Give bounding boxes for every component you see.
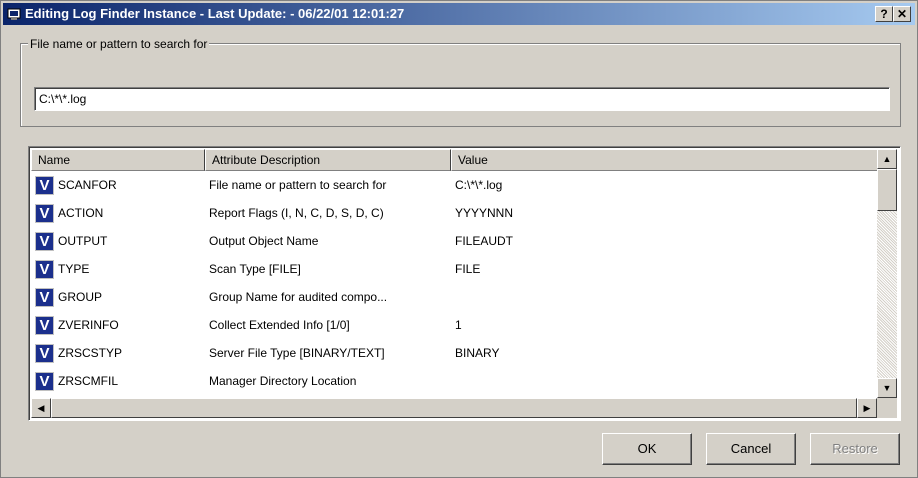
table-row[interactable]: V OUTPUT Output Object Name FILEAUDT bbox=[31, 229, 877, 256]
row-value: C:\*\*.log bbox=[455, 178, 503, 192]
column-header-value[interactable]: Value bbox=[451, 149, 879, 171]
help-button[interactable]: ? bbox=[875, 6, 893, 22]
row-value: FILEAUDT bbox=[455, 234, 514, 248]
horizontal-scroll-thumb[interactable] bbox=[51, 398, 857, 418]
row-attribute: Scan Type [FILE] bbox=[209, 262, 301, 276]
row-value: 1 bbox=[455, 318, 462, 332]
dialog-window: Editing Log Finder Instance - Last Updat… bbox=[0, 0, 918, 478]
row-attribute: File name or pattern to search for bbox=[209, 178, 387, 192]
row-attribute: Server File Type [BINARY/TEXT] bbox=[209, 346, 385, 360]
variable-icon: V bbox=[35, 344, 54, 363]
column-header-name[interactable]: Name bbox=[31, 149, 205, 171]
search-pattern-label: File name or pattern to search for bbox=[28, 37, 210, 51]
variable-icon: V bbox=[35, 204, 54, 223]
row-value: YYYYNNN bbox=[455, 206, 514, 220]
vertical-scroll-thumb[interactable] bbox=[877, 169, 897, 211]
table-row[interactable]: V ZVERINFO Collect Extended Info [1/0] 1 bbox=[31, 313, 877, 340]
restore-button[interactable]: Restore bbox=[810, 433, 900, 465]
scrollbar-corner bbox=[877, 398, 897, 418]
list-header: Name Attribute Description Value bbox=[31, 149, 879, 171]
close-button[interactable]: ✕ bbox=[893, 6, 911, 22]
cancel-button[interactable]: Cancel bbox=[706, 433, 796, 465]
window-title: Editing Log Finder Instance - Last Updat… bbox=[25, 6, 405, 21]
table-row[interactable]: V ACTION Report Flags (I, N, C, D, S, D,… bbox=[31, 201, 877, 228]
row-name: TYPE bbox=[58, 262, 90, 276]
column-header-attribute[interactable]: Attribute Description bbox=[205, 149, 451, 171]
scroll-down-icon[interactable]: ▼ bbox=[877, 378, 897, 398]
title-bar[interactable]: Editing Log Finder Instance - Last Updat… bbox=[3, 3, 915, 25]
scroll-up-icon[interactable]: ▲ bbox=[877, 149, 897, 169]
row-attribute: Report Flags (I, N, C, D, S, D, C) bbox=[209, 206, 384, 220]
row-attribute: Output Object Name bbox=[209, 234, 319, 248]
scroll-right-icon[interactable]: ▶ bbox=[857, 398, 877, 418]
variable-icon: V bbox=[35, 316, 54, 335]
row-name: ACTION bbox=[58, 206, 104, 220]
horizontal-scrollbar[interactable]: ◀ ▶ bbox=[31, 398, 877, 418]
row-value: BINARY bbox=[455, 346, 500, 360]
row-attribute: Group Name for audited compo... bbox=[209, 290, 388, 304]
variable-icon: V bbox=[35, 288, 54, 307]
row-name: GROUP bbox=[58, 290, 103, 304]
app-icon bbox=[7, 8, 21, 20]
variable-icon: V bbox=[35, 176, 54, 195]
row-name: ZRSCSTYP bbox=[58, 346, 123, 360]
variable-icon: V bbox=[35, 232, 54, 251]
row-value: FILE bbox=[455, 262, 481, 276]
search-pattern-input[interactable]: C:\*\*.log bbox=[34, 87, 890, 111]
variable-icon: V bbox=[35, 260, 54, 279]
attribute-list[interactable]: Name Attribute Description Value V SCANF… bbox=[28, 146, 901, 421]
table-row[interactable]: V ZRSCSTYP Server File Type [BINARY/TEXT… bbox=[31, 341, 877, 368]
table-row[interactable]: V TYPE Scan Type [FILE] FILE bbox=[31, 257, 877, 284]
ok-button[interactable]: OK bbox=[602, 433, 692, 465]
row-attribute: Manager Directory Location bbox=[209, 374, 357, 388]
vertical-scrollbar[interactable]: ▲ ▼ bbox=[877, 149, 897, 398]
scroll-left-icon[interactable]: ◀ bbox=[31, 398, 51, 418]
table-row[interactable]: V SCANFOR File name or pattern to search… bbox=[31, 173, 877, 200]
row-name: OUTPUT bbox=[58, 234, 108, 248]
table-row[interactable]: V ZRSCMFIL Manager Directory Location bbox=[31, 369, 877, 396]
search-pattern-group bbox=[20, 43, 901, 127]
row-name: ZRSCMFIL bbox=[58, 374, 118, 388]
table-row[interactable]: V GROUP Group Name for audited compo... bbox=[31, 285, 877, 312]
variable-icon: V bbox=[35, 372, 54, 391]
row-attribute: Collect Extended Info [1/0] bbox=[209, 318, 350, 332]
row-name: ZVERINFO bbox=[58, 318, 119, 332]
row-name: SCANFOR bbox=[58, 178, 117, 192]
